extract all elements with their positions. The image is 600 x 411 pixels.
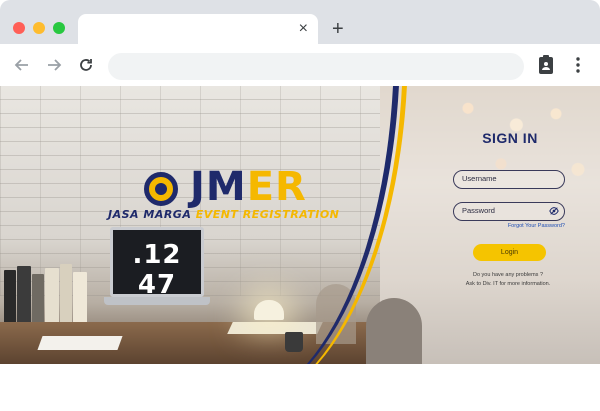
page-bottom-area [0,364,600,411]
title-bar: × + [0,0,600,46]
close-window-button[interactable] [13,22,25,34]
more-vert-icon[interactable] [568,54,588,76]
clock-display: .12 47 [132,240,182,300]
minimize-window-button[interactable] [33,22,45,34]
username-placeholder: Username [462,174,497,183]
help-text-line2: Ask to Div. IT for more information. [465,281,551,287]
username-field[interactable]: Username [453,170,565,189]
page-viewport: .12 47 JMER JASA MARGA EVENT REGISTRATIO… [0,86,600,364]
signin-title: SIGN IN [482,130,538,146]
forward-arrow-icon[interactable] [44,55,64,75]
audience-silhouette [366,298,422,364]
browser-tab[interactable]: × [78,14,318,46]
eye-icon[interactable] [549,206,559,218]
notebook-image [37,336,123,350]
maximize-window-button[interactable] [53,22,65,34]
forgot-password-link[interactable]: Forgot Your Password? [480,223,565,229]
new-tab-icon[interactable]: + [332,19,344,39]
laptop-image: .12 47 [104,227,210,317]
reload-icon[interactable] [76,55,96,75]
browser-window: × + .12 47 JMER JASA MARGA EVENT REGISTR… [0,0,600,411]
logo-wordmark: JMER [190,164,307,210]
jasa-marga-logo-icon [144,172,178,206]
password-placeholder: Password [462,206,495,215]
password-field[interactable]: Password [453,202,565,221]
back-arrow-icon[interactable] [12,55,32,75]
jmer-logo: JMER JASA MARGA EVENT REGISTRATION [108,164,348,228]
tab-close-icon[interactable]: × [299,19,308,39]
help-text-line1: Do you have any problems ? [472,272,543,278]
clipboard-icon[interactable] [536,54,556,76]
browser-toolbar [0,46,600,86]
laptop-screen: .12 47 [110,227,204,300]
address-bar[interactable] [108,53,524,80]
logo-tagline: JASA MARGA EVENT REGISTRATION [108,208,340,221]
books-image [4,264,90,328]
login-button[interactable]: Login [473,244,546,261]
